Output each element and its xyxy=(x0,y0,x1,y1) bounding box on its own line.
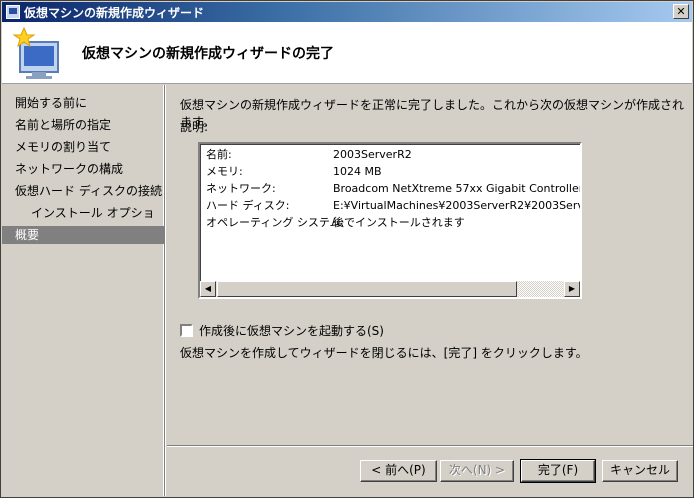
start-vm-checkbox-label[interactable]: 作成後に仮想マシンを起動する(S) xyxy=(199,322,384,339)
step-summary[interactable]: 概要 xyxy=(2,226,164,244)
scroll-right-arrow-icon[interactable]: ▶ xyxy=(564,281,580,297)
scroll-track[interactable] xyxy=(518,281,563,297)
window-title: 仮想マシンの新規作成ウィザード xyxy=(24,5,205,20)
start-vm-checkbox[interactable] xyxy=(180,324,193,337)
summary-key: ハード ディスク: xyxy=(206,199,290,212)
scroll-left-arrow-icon[interactable]: ◀ xyxy=(200,281,216,297)
button-separator xyxy=(167,445,693,447)
summary-listbox[interactable]: 名前: 2003ServerR2 メモリ: 1024 MB ネットワーク: Br… xyxy=(198,142,582,299)
finish-button[interactable]: 完了(F) xyxy=(520,459,596,483)
next-button[interactable]: 次へ(N) > xyxy=(440,460,514,482)
wizard-steps: 開始する前に 名前と場所の指定 メモリの割り当て ネットワークの構成 仮想ハード… xyxy=(2,85,164,496)
summary-value: 1024 MB xyxy=(333,165,382,178)
new-vm-wizard-icon xyxy=(12,26,59,79)
step-install-options[interactable]: インストール オプション xyxy=(2,204,164,238)
page-title: 仮想マシンの新規作成ウィザードの完了 xyxy=(82,46,334,62)
summary-value: 後でインストールされます xyxy=(333,216,465,229)
description-label: 説明: xyxy=(180,120,209,134)
scroll-thumb[interactable] xyxy=(217,281,517,297)
back-button[interactable]: < 前へ(P) xyxy=(360,460,437,482)
sidebar-divider xyxy=(164,85,166,496)
step-network[interactable]: ネットワークの構成 xyxy=(2,160,164,178)
step-virtual-hard-disk[interactable]: 仮想ハード ディスクの接続 xyxy=(2,182,164,200)
summary-value: Broadcom NetXtreme 57xx Gigabit Controll… xyxy=(333,182,582,195)
horizontal-scrollbar[interactable]: ◀ ▶ xyxy=(200,281,580,297)
close-button[interactable]: ✕ xyxy=(673,4,689,19)
summary-key: オペレーティング システム: xyxy=(206,216,345,229)
summary-value: 2003ServerR2 xyxy=(333,148,412,161)
step-before-you-begin[interactable]: 開始する前に xyxy=(2,94,164,112)
step-memory[interactable]: メモリの割り当て xyxy=(2,138,164,156)
start-vm-option[interactable]: 作成後に仮想マシンを起動する(S) xyxy=(180,322,384,339)
title-bar[interactable]: 仮想マシンの新規作成ウィザード ✕ xyxy=(2,2,692,22)
wizard-window: 仮想マシンの新規作成ウィザード ✕ 仮想マシンの新規作成ウィザードの完了 開始す… xyxy=(0,0,694,498)
main-content: 仮想マシンの新規作成ウィザードを正常に完了しました。これから次の仮想マシンが作成… xyxy=(167,85,693,445)
step-name-location[interactable]: 名前と場所の指定 xyxy=(2,116,164,134)
finish-hint-text: 仮想マシンを作成してウィザードを閉じるには、[完了] をクリックします。 xyxy=(180,346,588,360)
summary-key: ネットワーク: xyxy=(206,182,276,195)
cancel-button[interactable]: キャンセル xyxy=(602,460,678,482)
intro-text: 仮想マシンの新規作成ウィザードを正常に完了しました。これから次の仮想マシンが作成… xyxy=(180,98,685,129)
wizard-header: 仮想マシンの新規作成ウィザードの完了 xyxy=(2,22,692,84)
app-icon xyxy=(6,5,20,19)
summary-key: メモリ: xyxy=(206,165,243,178)
summary-value: E:¥VirtualMachines¥2003ServerR2¥2003Serv… xyxy=(333,199,582,212)
summary-key: 名前: xyxy=(206,148,232,161)
